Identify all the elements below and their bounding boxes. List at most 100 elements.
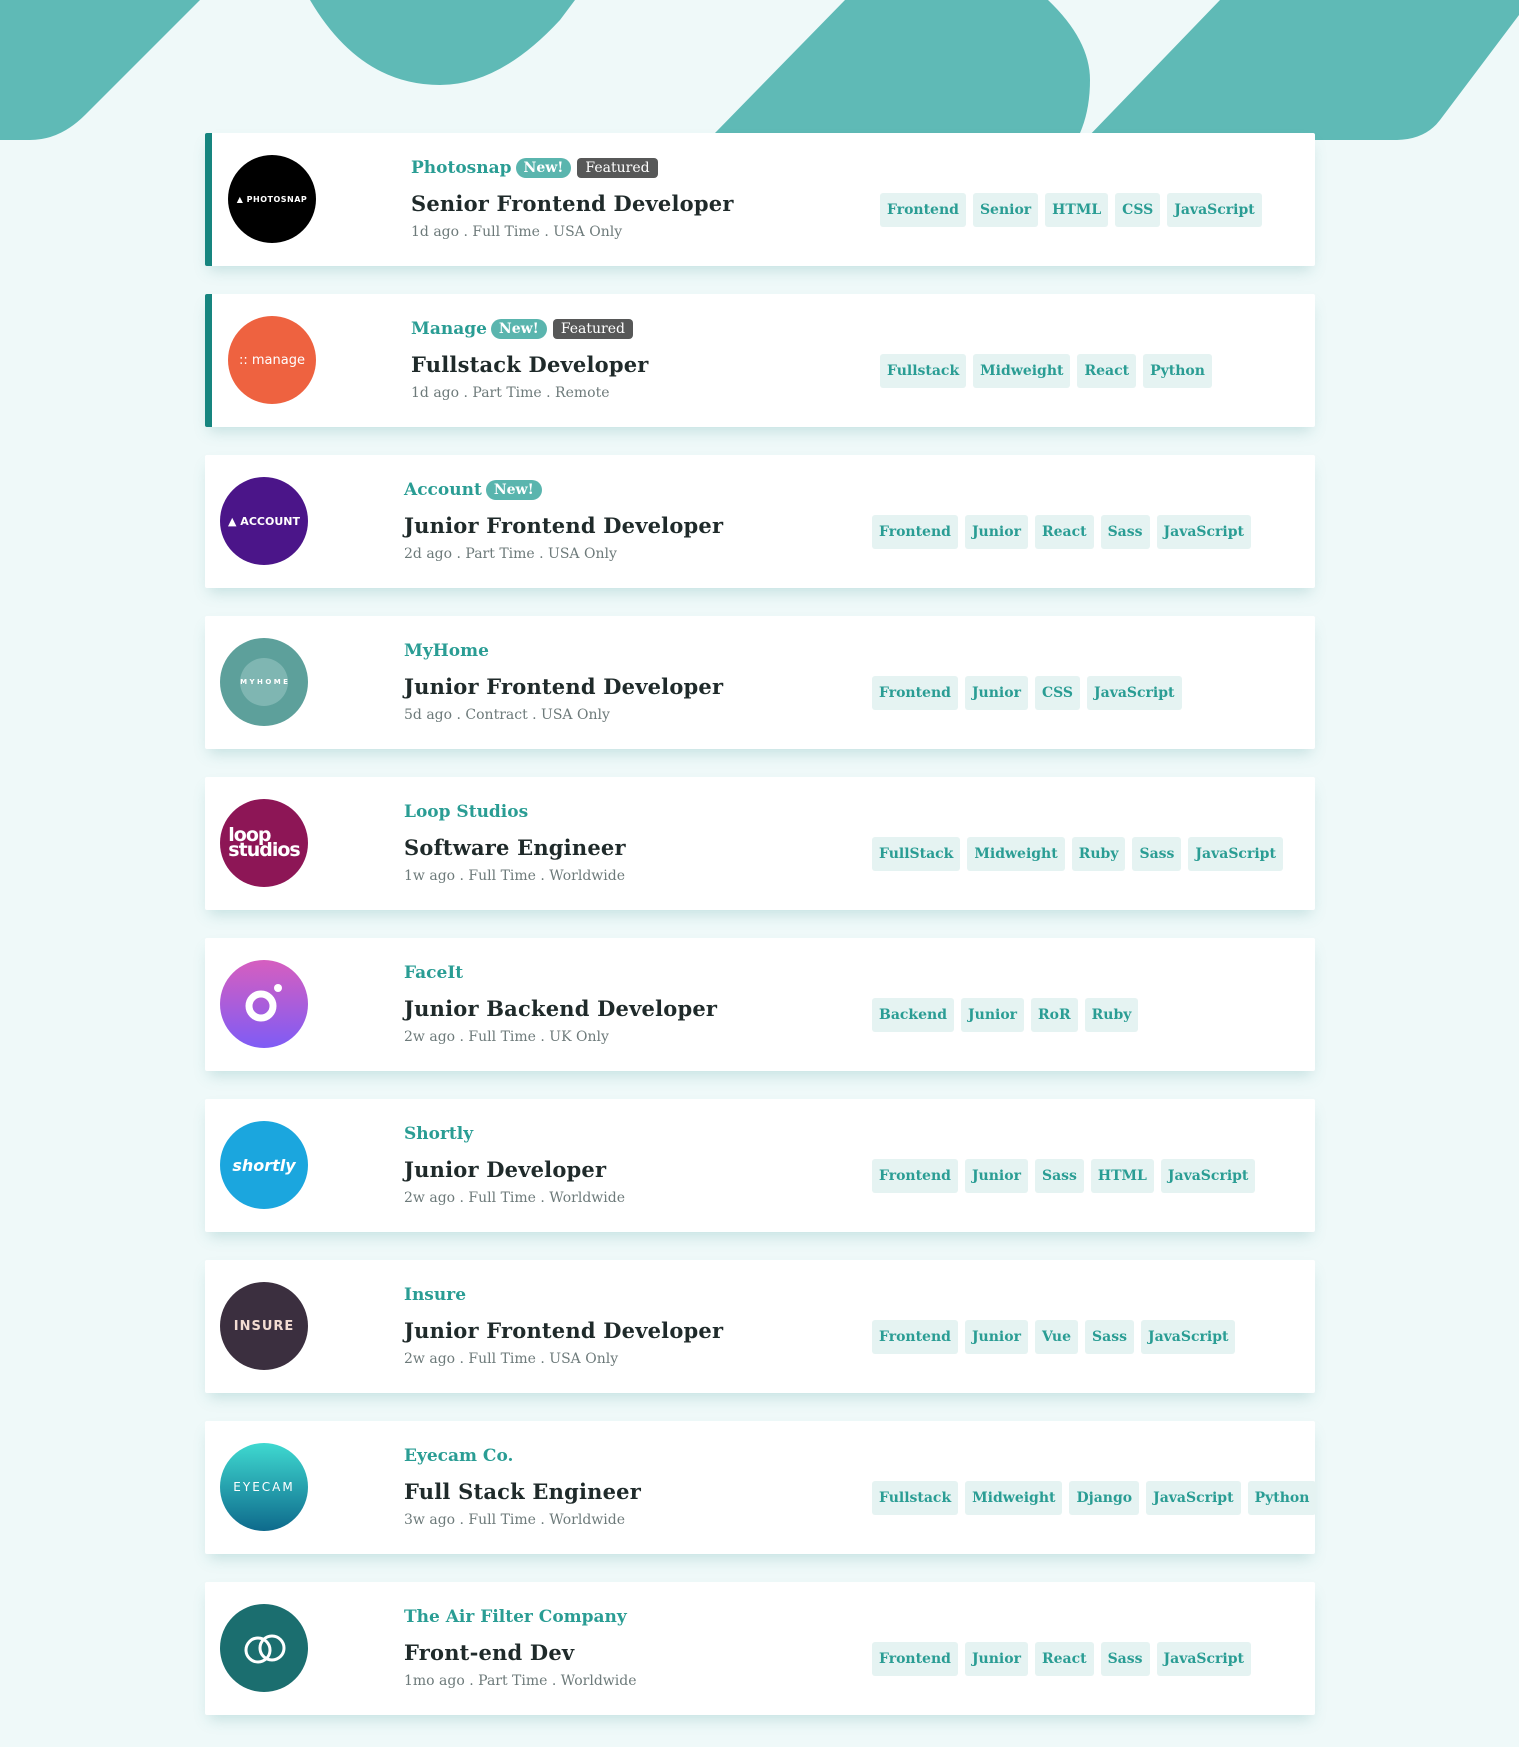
header-banner [0,0,1519,140]
filter-tag[interactable]: Fullstack [872,1481,959,1515]
job-card: EYECAM Eyecam Co. Full Stack Engineer 3w ag… [205,1421,1317,1554]
featured-badge: Featured [552,319,633,339]
filter-tag[interactable]: Midweight [967,837,1065,871]
filter-tag[interactable]: Sass [1132,837,1182,871]
job-position[interactable]: Software Engineer [404,835,626,860]
job-info: Photosnap New! Featured Senior Frontend Dev… [411,154,734,240]
job-info: Insure Junior Frontend Developer 2w ago . … [404,1281,723,1367]
job-info: Manage New! Featured Fullstack Developer 1d … [411,315,649,401]
filter-tag[interactable]: Ruby [1084,998,1139,1032]
filter-tag[interactable]: Sass [1100,1642,1150,1676]
filter-tag[interactable]: Frontend [872,1159,958,1193]
filter-tag[interactable]: Senior [972,193,1039,227]
company-name[interactable]: Account [404,480,482,500]
company-name[interactable]: Loop Studios [404,802,528,822]
company-logo-graphic [244,1634,286,1664]
job-position[interactable]: Senior Frontend Developer [411,191,734,216]
company-row: FaceIt [404,959,717,987]
filter-tag[interactable]: Frontend [880,193,966,227]
job-info: Loop Studios Software Engineer 1w ago . Fu… [404,798,626,884]
company-name[interactable]: Photosnap [411,158,512,178]
filter-tag[interactable]: Junior [964,515,1028,549]
job-info: The Air Filter Company Front-end Dev 1mo a… [404,1603,637,1689]
job-position[interactable]: Junior Backend Developer [404,996,717,1021]
filter-tag[interactable]: React [1034,515,1094,549]
company-row: Photosnap New! Featured [411,154,734,182]
filter-tag[interactable]: Junior [964,676,1028,710]
job-position[interactable]: Fullstack Developer [411,352,649,377]
job-position[interactable]: Junior Frontend Developer [404,1318,723,1343]
filter-tag[interactable]: JavaScript [1146,1481,1241,1515]
filter-tag[interactable]: JavaScript [1167,193,1262,227]
job-tags: Fullstack Midweight React Python [880,354,1219,388]
company-name[interactable]: Insure [404,1285,466,1305]
featured-badge: Featured [577,158,658,178]
job-info: FaceIt Junior Backend Developer 2w ago . F… [404,959,717,1045]
filter-tag[interactable]: Junior [964,1320,1028,1354]
job-position[interactable]: Junior Frontend Developer [404,513,723,538]
job-meta: 2w ago . Full Time . USA Only [404,1351,619,1367]
job-tags: Frontend Junior Vue Sass JavaScript [872,1320,1242,1354]
filter-tag[interactable]: Junior [961,998,1025,1032]
job-card: loop studios Loop Studios Software Engineer… [205,777,1315,910]
filter-tag[interactable]: Midweight [973,354,1071,388]
filter-tag[interactable]: Frontend [872,1320,958,1354]
filter-tag[interactable]: JavaScript [1188,837,1283,871]
company-logo [220,1604,308,1692]
job-info: Shortly Junior Developer 2w ago . Full Tim… [404,1120,625,1206]
job-list: ▲ PHOTOSNAP Photosnap New! Featured Senior F… [205,133,1317,1743]
company-row: Loop Studios [404,798,626,826]
company-row: MyHome [404,637,723,665]
filter-tag[interactable]: Python [1247,1481,1317,1515]
filter-tag[interactable]: Junior [964,1642,1028,1676]
filter-tag[interactable]: Backend [872,998,955,1032]
filter-tag[interactable]: Frontend [872,676,958,710]
company-name[interactable]: The Air Filter Company [404,1607,627,1627]
filter-tag[interactable]: CSS [1115,193,1161,227]
filter-tag[interactable]: Django [1069,1481,1140,1515]
filter-tag[interactable]: JavaScript [1160,1159,1256,1193]
company-name[interactable]: MyHome [404,641,489,661]
job-tags: Frontend Senior HTML CSS JavaScript [880,193,1269,227]
filter-tag[interactable]: Ruby [1071,837,1126,871]
filter-tag[interactable]: Sass [1085,1320,1134,1354]
filter-tag[interactable]: Frontend [872,1642,958,1676]
job-tags: Frontend Junior React Sass JavaScript [872,515,1258,549]
company-logo: M Y H O M E [220,638,308,726]
job-tags: Frontend Junior Sass HTML JavaScript [872,1159,1262,1193]
company-name[interactable]: FaceIt [404,963,463,983]
company-name[interactable]: Shortly [404,1124,473,1144]
filter-tag[interactable]: JavaScript [1156,515,1252,549]
filter-tag[interactable]: Python [1143,354,1212,388]
filter-tag[interactable]: Fullstack [880,354,967,388]
company-logo: shortly [220,1121,308,1209]
job-position[interactable]: Front-end Dev [404,1640,637,1665]
filter-tag[interactable]: RoR [1031,998,1078,1032]
company-logo: EYECAM [220,1443,308,1531]
filter-tag[interactable]: Sass [1034,1159,1084,1193]
filter-tag[interactable]: HTML [1045,193,1109,227]
job-position[interactable]: Junior Developer [404,1157,625,1182]
filter-tag[interactable]: React [1077,354,1137,388]
company-name[interactable]: Manage [411,319,487,339]
company-name[interactable]: Eyecam Co. [404,1446,513,1466]
filter-tag[interactable]: Vue [1034,1320,1079,1354]
job-position[interactable]: Junior Frontend Developer [404,674,723,699]
filter-tag[interactable]: Sass [1100,515,1150,549]
filter-tag[interactable]: FullStack [872,837,961,871]
filter-tag[interactable]: React [1034,1642,1094,1676]
filter-tag[interactable]: JavaScript [1140,1320,1236,1354]
filter-tag[interactable]: Midweight [965,1481,1063,1515]
filter-tag[interactable]: JavaScript [1087,676,1182,710]
company-row: Shortly [404,1120,625,1148]
job-meta: 1d ago . Part Time . Remote [411,385,610,401]
job-meta: 1w ago . Full Time . Worldwide [404,868,625,884]
filter-tag[interactable]: JavaScript [1156,1642,1252,1676]
job-tags: FullStack Midweight Ruby Sass JavaScript [872,837,1290,871]
job-position[interactable]: Full Stack Engineer [404,1479,641,1504]
filter-tag[interactable]: Frontend [872,515,958,549]
filter-tag[interactable]: HTML [1090,1159,1154,1193]
filter-tag[interactable]: Junior [964,1159,1028,1193]
job-tags: Backend Junior RoR Ruby [872,998,1145,1032]
filter-tag[interactable]: CSS [1034,676,1081,710]
